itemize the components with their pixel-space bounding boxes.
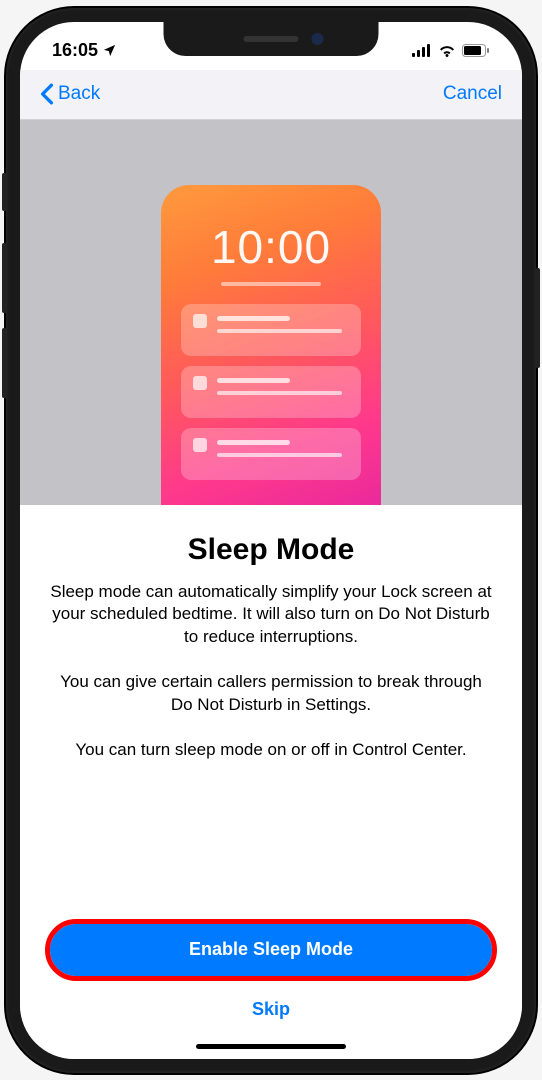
back-label: Back — [58, 83, 100, 105]
volume-down-button — [2, 328, 6, 398]
status-time: 16:05 — [52, 40, 98, 61]
illustration-notification — [181, 304, 361, 356]
notification-app-icon — [193, 438, 207, 452]
illustration-divider — [221, 282, 321, 286]
phone-frame: 16:05 Back Cancel 10:00 — [6, 8, 536, 1073]
illustration-area: 10:00 — [20, 120, 522, 505]
description-paragraph-2: You can give certain callers permission … — [48, 671, 494, 717]
description-paragraph-1: Sleep mode can automatically simplify yo… — [48, 581, 494, 650]
screen: 16:05 Back Cancel 10:00 — [20, 22, 522, 1059]
content-area: Sleep Mode Sleep mode can automatically … — [20, 505, 522, 1059]
wifi-icon — [438, 44, 456, 57]
description-paragraph-3: You can turn sleep mode on or off in Con… — [48, 739, 494, 762]
home-indicator[interactable] — [196, 1044, 346, 1049]
cancel-button[interactable]: Cancel — [443, 83, 502, 105]
speaker-grille — [244, 36, 299, 42]
notification-app-icon — [193, 314, 207, 328]
nav-bar: Back Cancel — [20, 70, 522, 120]
location-arrow-icon — [102, 43, 117, 58]
illustration-notification — [181, 366, 361, 418]
enable-sleep-mode-button[interactable]: Enable Sleep Mode — [50, 924, 492, 976]
battery-icon — [462, 44, 490, 57]
power-button — [536, 268, 540, 368]
primary-button-wrapper: Enable Sleep Mode — [50, 924, 492, 976]
lockscreen-illustration: 10:00 — [161, 185, 381, 505]
silent-switch — [2, 173, 6, 211]
chevron-left-icon — [40, 83, 54, 105]
cellular-signal-icon — [412, 44, 432, 57]
volume-up-button — [2, 243, 6, 313]
skip-button[interactable]: Skip — [48, 988, 494, 1032]
back-button[interactable]: Back — [40, 83, 100, 105]
front-camera — [312, 33, 324, 45]
page-title: Sleep Mode — [48, 533, 494, 567]
notification-app-icon — [193, 376, 207, 390]
notch — [164, 22, 379, 56]
illustration-notification — [181, 428, 361, 480]
illustration-time: 10:00 — [211, 220, 331, 274]
